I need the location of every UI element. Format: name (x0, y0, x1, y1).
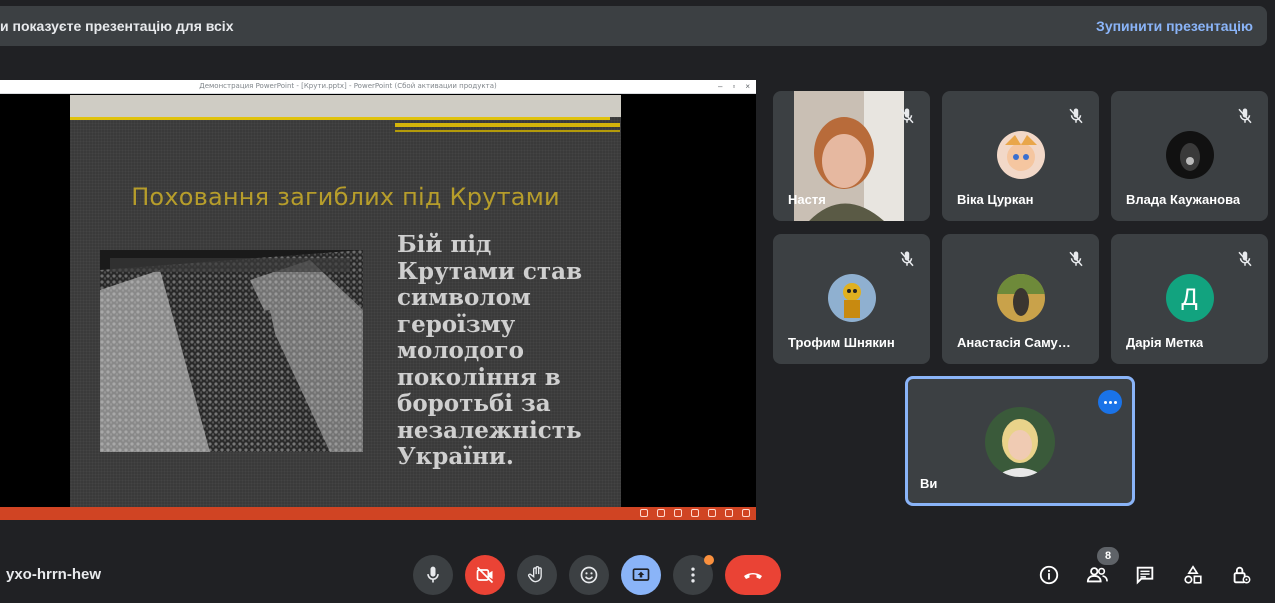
slide-body-line: символом (397, 284, 531, 311)
powerpoint-status-bar (0, 507, 756, 520)
slideshow-control-icon (674, 509, 682, 517)
slide-body-text: Бій під Крутами став символом героїзму м… (397, 231, 612, 471)
raise-hand-icon (527, 565, 547, 585)
self-name: Ви (920, 476, 938, 491)
minimize-icon: – (718, 82, 723, 91)
people-button[interactable] (1084, 562, 1110, 588)
participant-name: Анастасія Саму… (957, 335, 1071, 350)
participant-avatar (827, 274, 876, 322)
participant-name: Трофим Шнякин (788, 335, 895, 350)
participant-avatar (996, 274, 1045, 322)
muted-mic-icon (898, 250, 916, 268)
hang-up-icon (741, 563, 765, 587)
slideshow-control-icon (640, 509, 648, 517)
slideshow-control-icon (657, 509, 665, 517)
close-icon: × (745, 82, 750, 91)
slide-body-line: молодого (397, 337, 524, 364)
slide-stripe (395, 123, 620, 127)
emoji-button[interactable] (569, 555, 609, 595)
powerpoint-titlebar: Демонстрация PowerPoint - [Крути.pptx] -… (0, 80, 756, 94)
meeting-details-button[interactable] (1036, 562, 1062, 588)
more-options-icon[interactable] (1098, 390, 1122, 414)
participant-tile[interactable]: Влада Каужанова (1111, 91, 1268, 221)
self-tile[interactable]: Ви (905, 376, 1135, 506)
more-options-icon (683, 565, 703, 585)
slide-heading: Поховання загиблих під Крутами (131, 183, 560, 211)
slide-top-band (70, 95, 621, 117)
camera-off-icon (475, 565, 495, 585)
activities-button[interactable] (1180, 562, 1206, 588)
slide-body-line: України. (397, 443, 514, 470)
powerpoint-window-title: Демонстрация PowerPoint - [Крути.pptx] -… (199, 82, 497, 90)
participant-name: Дарія Метка (1126, 335, 1204, 350)
slide-historical-photo (100, 250, 363, 452)
chat-icon (1134, 564, 1156, 586)
shared-screen: Демонстрация PowerPoint - [Крути.pptx] -… (0, 80, 756, 520)
view-normal-icon (691, 509, 699, 517)
muted-mic-icon (898, 107, 916, 125)
slide-body-line: боротьбі за (397, 390, 551, 417)
muted-mic-icon (1236, 107, 1254, 125)
slide: Поховання загиблих під Крутами Бій під К… (70, 95, 621, 507)
participant-tile[interactable]: Д Дарія Метка (1111, 234, 1268, 364)
muted-mic-icon (1067, 107, 1085, 125)
maximize-icon: ▫ (732, 82, 736, 91)
participant-tile[interactable]: Трофим Шнякин (773, 234, 930, 364)
participant-tile[interactable]: Віка Цуркан (942, 91, 1099, 221)
activities-icon (1182, 564, 1204, 586)
view-slideshow-icon (742, 509, 750, 517)
view-sorter-icon (708, 509, 716, 517)
notification-dot (704, 555, 714, 565)
people-icon (1085, 564, 1109, 586)
self-avatar (985, 407, 1055, 477)
meeting-code: yxo-hrrn-hew (6, 566, 102, 583)
participant-name: Віка Цуркан (957, 192, 1034, 207)
info-icon (1038, 564, 1060, 586)
presenting-banner: и показуєте презентацію для всіх Зупинит… (0, 6, 1267, 46)
slide-stripe (70, 117, 610, 120)
status-bar-icons (640, 509, 750, 517)
slide-body-line: покоління в (397, 363, 561, 391)
presenting-banner-text: и показуєте презентацію для всіх (0, 18, 234, 34)
participant-name: Настя (788, 192, 826, 207)
participant-avatar (1165, 131, 1214, 179)
slide-body-line: Бій під (397, 231, 492, 258)
meet-window: и показуєте презентацію для всіх Зупинит… (0, 0, 1275, 603)
leave-call-button[interactable] (725, 555, 781, 595)
view-reading-icon (725, 509, 733, 517)
muted-mic-icon (1236, 250, 1254, 268)
emoji-icon (579, 565, 599, 585)
raise-hand-button[interactable] (517, 555, 557, 595)
muted-mic-icon (1067, 250, 1085, 268)
slide-body-line: Крутами став (397, 257, 583, 285)
mic-icon (423, 565, 443, 585)
participant-avatar (996, 131, 1045, 179)
host-controls-icon (1230, 564, 1252, 586)
more-options-button[interactable] (673, 555, 714, 595)
participant-name: Влада Каужанова (1126, 192, 1241, 207)
participant-tile[interactable]: Настя (773, 91, 930, 221)
present-screen-icon (631, 565, 651, 585)
slide-stripe (395, 130, 620, 132)
camera-button[interactable] (465, 555, 505, 595)
window-buttons: – ▫ × (718, 82, 750, 91)
participant-letter-avatar: Д (1165, 274, 1214, 322)
mic-button[interactable] (413, 555, 453, 595)
slide-body-line: незалежність (397, 416, 582, 444)
chat-button[interactable] (1132, 562, 1158, 588)
participant-tile[interactable]: Анастасія Саму… (942, 234, 1099, 364)
present-button[interactable] (621, 555, 661, 595)
slide-body-line: героїзму (397, 310, 516, 338)
host-controls-button[interactable] (1228, 562, 1254, 588)
stop-presenting-button[interactable]: Зупинити презентацію (1096, 18, 1253, 34)
